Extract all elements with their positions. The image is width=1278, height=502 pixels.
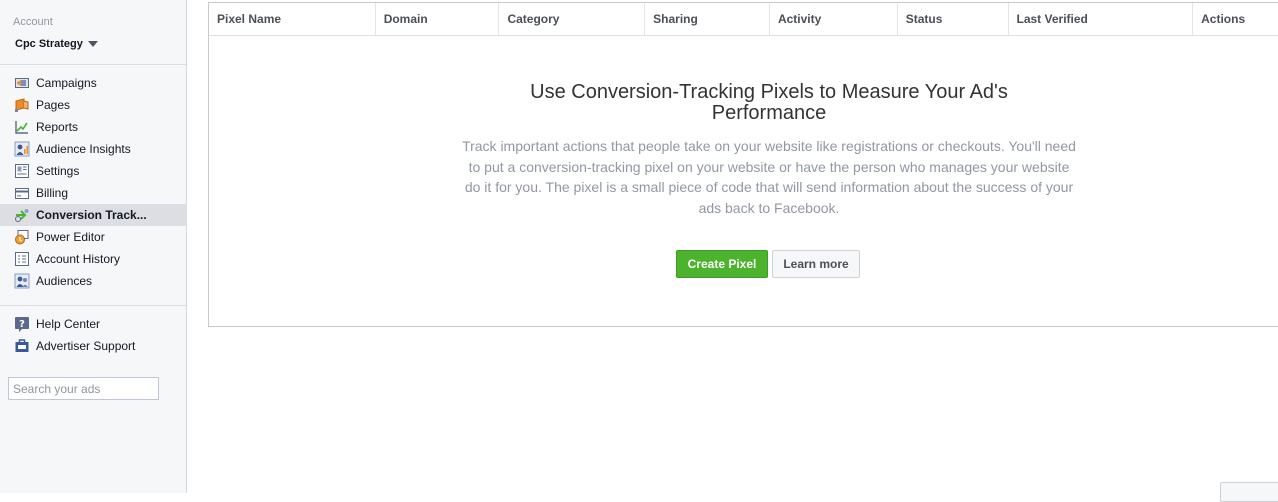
nav-item-pages[interactable]: Pages: [0, 94, 187, 116]
settings-icon: [14, 163, 30, 179]
nav-item-audience-insights[interactable]: Audience Insights: [0, 138, 187, 160]
caret-down-icon: [87, 41, 98, 47]
column-header-sharing[interactable]: Sharing: [645, 3, 770, 35]
empty-state-description: Track important actions that people take…: [462, 138, 1076, 216]
svg-text:?: ?: [19, 319, 25, 330]
corner-button[interactable]: [1220, 482, 1278, 502]
nav-label: Advertiser Support: [36, 339, 136, 353]
column-header-activity[interactable]: Activity: [770, 3, 898, 35]
column-header-status[interactable]: Status: [898, 3, 1009, 35]
account-switcher[interactable]: Cpc Strategy: [15, 38, 98, 50]
nav-item-power-editor[interactable]: Power Editor: [0, 226, 187, 248]
table-header-row: Pixel Name Domain Category Sharing Activ…: [209, 2, 1278, 36]
nav-item-audiences[interactable]: Audiences: [0, 270, 187, 292]
power-editor-icon: [14, 229, 30, 245]
divider: [0, 64, 186, 65]
primary-nav: Campaigns Pages Reports Audience Insight…: [0, 72, 187, 292]
column-header-actions[interactable]: Actions: [1193, 3, 1278, 35]
conversion-tracking-icon: [14, 207, 30, 223]
nav-label: Settings: [36, 164, 80, 178]
nav-item-account-history[interactable]: Account History: [0, 248, 187, 270]
nav-label: Conversion Track...: [36, 208, 147, 222]
nav-label: Help Center: [36, 317, 101, 331]
column-header-category[interactable]: Category: [499, 3, 646, 35]
account-label: Account: [13, 16, 53, 28]
column-header-last-verified[interactable]: Last Verified: [1009, 3, 1194, 35]
divider: [0, 305, 186, 306]
nav-label: Campaigns: [36, 76, 97, 90]
nav-label: Audience Insights: [36, 142, 131, 156]
search-ads-input[interactable]: [8, 377, 159, 400]
nav-label: Audiences: [36, 274, 93, 288]
nav-label: Account History: [36, 252, 121, 266]
nav-item-conversion-tracking[interactable]: Conversion Track...: [0, 204, 187, 226]
empty-state-title-line: Use Conversion-Tracking Pixels to Measur…: [530, 81, 1008, 103]
column-header-domain[interactable]: Domain: [376, 3, 500, 35]
create-pixel-button[interactable]: Create Pixel: [676, 250, 768, 278]
nav-label: Billing: [36, 186, 69, 200]
account-history-icon: [14, 251, 30, 267]
nav-item-campaigns[interactable]: Campaigns: [0, 72, 187, 94]
advertiser-support-icon: [14, 338, 30, 354]
empty-state-title-line: Performance: [711, 102, 827, 124]
learn-more-button[interactable]: Learn more: [772, 250, 860, 278]
account-name: Cpc Strategy: [15, 38, 83, 50]
help-center-icon: ?: [14, 316, 30, 332]
reports-icon: [14, 119, 30, 135]
pages-icon: [14, 97, 30, 113]
nav-label: Pages: [36, 98, 71, 112]
sidebar: Account Cpc Strategy Campaigns Pages Rep…: [0, 0, 187, 493]
column-header-pixel-name[interactable]: Pixel Name: [209, 3, 376, 35]
nav-item-billing[interactable]: Billing: [0, 182, 187, 204]
audience-insights-icon: [14, 141, 30, 157]
empty-state-title: Use Conversion-Tracking Pixels to Measur…: [209, 82, 1278, 124]
nav-label: Power Editor: [36, 230, 105, 244]
campaigns-icon: [14, 75, 30, 91]
pixels-panel: Pixel Name Domain Category Sharing Activ…: [208, 2, 1278, 327]
nav-item-help-center[interactable]: ? Help Center: [0, 313, 187, 335]
help-nav: ? Help Center Advertiser Support: [0, 313, 187, 357]
billing-icon: [14, 185, 30, 201]
audiences-icon: [14, 273, 30, 289]
nav-item-reports[interactable]: Reports: [0, 116, 187, 138]
nav-label: Reports: [36, 120, 79, 134]
nav-item-settings[interactable]: Settings: [0, 160, 187, 182]
nav-item-advertiser-support[interactable]: Advertiser Support: [0, 335, 187, 357]
